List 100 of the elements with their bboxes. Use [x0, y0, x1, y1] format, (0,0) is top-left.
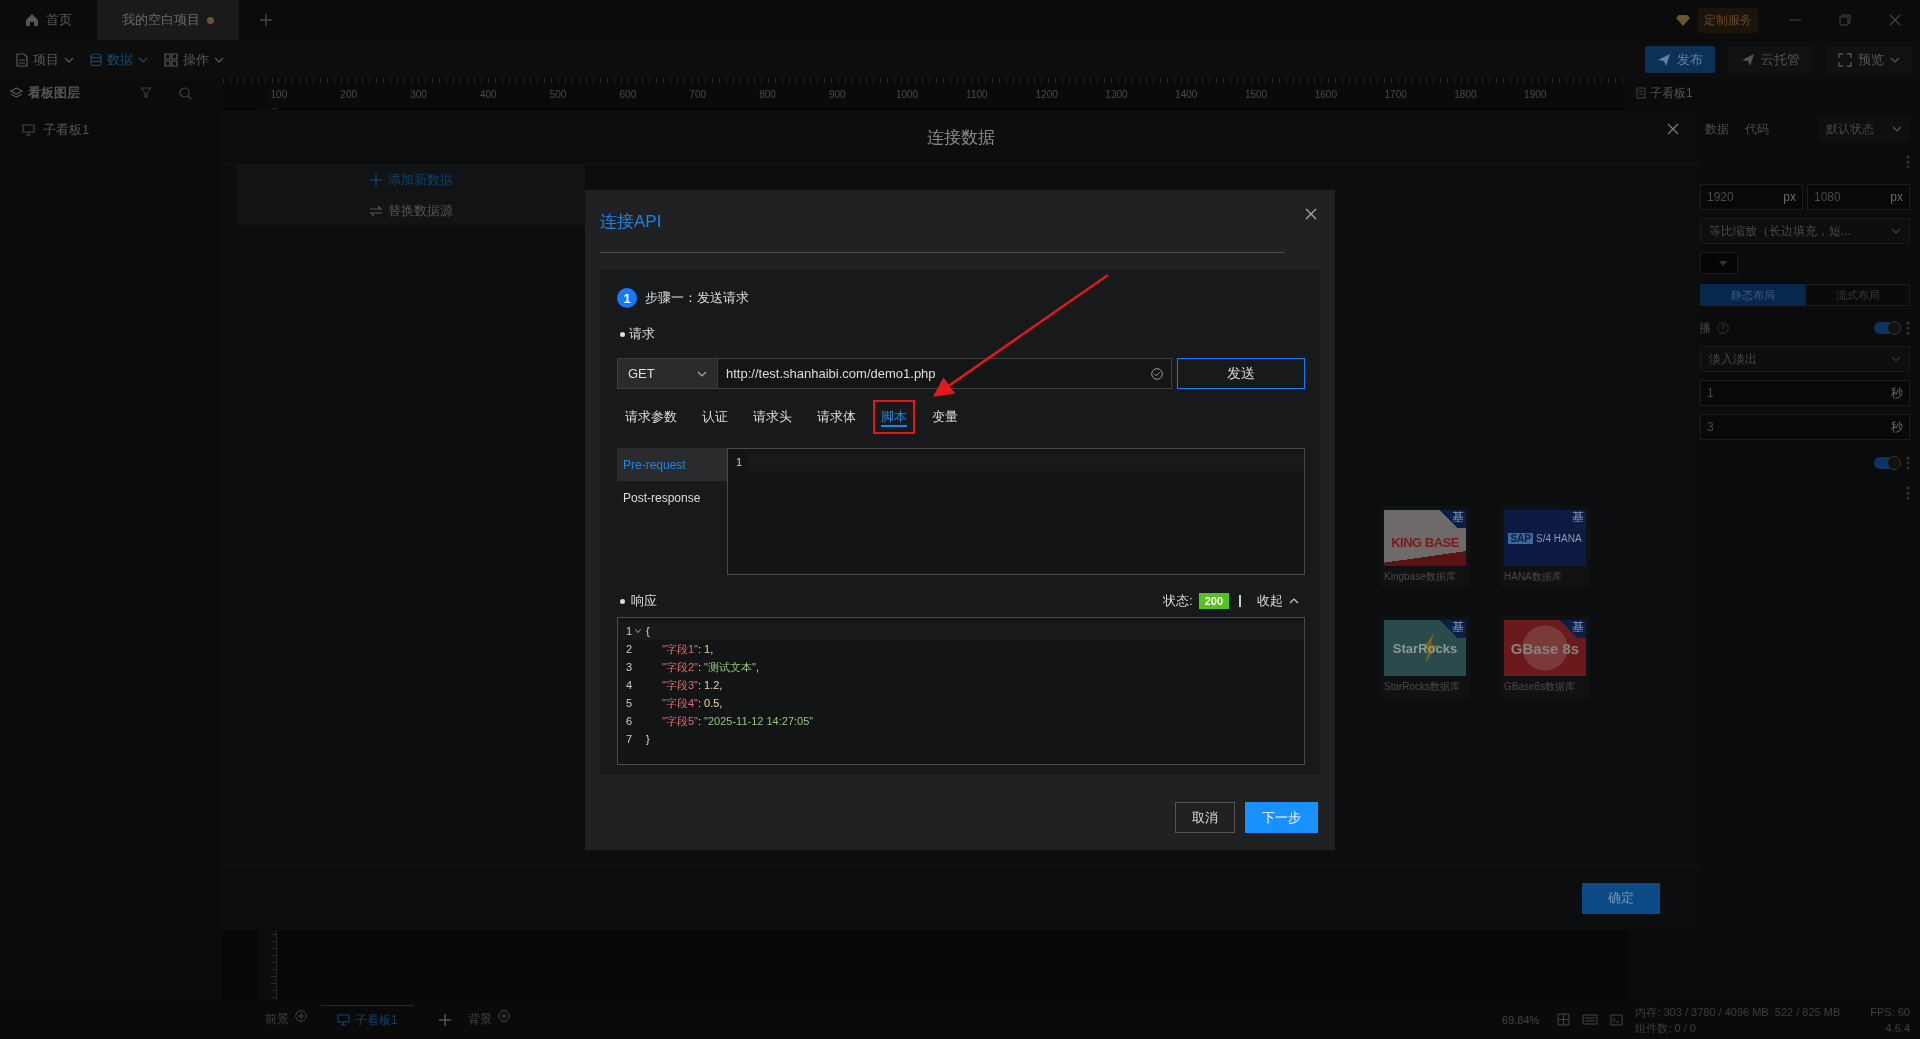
- field-value: 1: [1707, 386, 1714, 400]
- layer-item[interactable]: 子看板1: [0, 116, 222, 144]
- fold-icon: [635, 629, 641, 633]
- grid-icon: [164, 52, 178, 67]
- section-label: 请求: [629, 325, 655, 343]
- close-icon: [1667, 123, 1679, 135]
- color-swatch[interactable]: [1700, 252, 1738, 274]
- ruler-label: 700: [688, 88, 707, 102]
- home-icon: [25, 13, 39, 27]
- chevron-down-icon: [1890, 56, 1900, 63]
- status-badge: 200: [1198, 593, 1229, 609]
- input-field[interactable]: 1 秒: [1700, 380, 1910, 406]
- add-circle-icon: [497, 1009, 510, 1022]
- script-tab[interactable]: Post-response: [617, 481, 727, 514]
- unit-label: px: [1890, 190, 1903, 204]
- request-tab[interactable]: 变量: [924, 400, 966, 434]
- logo: 基 SAP S/4 HANA: [1504, 510, 1586, 566]
- app-tab[interactable]: 首页: [0, 0, 97, 40]
- request-tab[interactable]: 请求体: [809, 400, 864, 434]
- bullet-icon: [620, 598, 625, 604]
- menu-button[interactable]: 项目: [8, 44, 82, 75]
- ruler-label: 1000: [894, 88, 920, 102]
- bullet-icon: [620, 331, 625, 337]
- code-line: "字段3": 1.2,: [661, 677, 723, 693]
- custom-service-button[interactable]: 定制服务: [1698, 7, 1758, 33]
- plus-icon: [437, 1012, 452, 1027]
- toggle-switch[interactable]: [1874, 322, 1900, 334]
- more-icon: [1906, 456, 1910, 470]
- line-number: 6: [624, 715, 632, 727]
- monitor-icon: [337, 1014, 350, 1026]
- action-button[interactable]: 云托管: [1729, 46, 1812, 73]
- chevron-down-icon: [1891, 356, 1901, 362]
- ruler-label: 600: [618, 88, 638, 102]
- line-number: 2: [624, 643, 632, 655]
- close-button[interactable]: [1303, 206, 1319, 222]
- input-field[interactable]: 3 秒: [1700, 414, 1910, 440]
- input-field[interactable]: 1080 px: [1807, 184, 1910, 210]
- request-tab[interactable]: 请求参数: [617, 400, 685, 434]
- dialog-title: 连接API: [600, 210, 662, 233]
- code-line: }: [645, 733, 650, 745]
- collapse-button[interactable]: 收起: [1251, 591, 1305, 611]
- script-editor[interactable]: 1: [727, 448, 1305, 575]
- ruler-label: 1200: [1034, 88, 1059, 102]
- confirm-button[interactable]: 确定: [1582, 882, 1660, 914]
- close-icon: [1305, 208, 1317, 220]
- menu-button[interactable]: 数据: [82, 44, 156, 75]
- request-tab[interactable]: 请求头: [745, 400, 800, 434]
- cancel-button[interactable]: 取消: [1175, 802, 1235, 833]
- ruler-label: 1900: [1523, 88, 1548, 102]
- toggle-switch[interactable]: [1874, 457, 1900, 469]
- zoom-level: 69.84%: [1502, 1013, 1540, 1026]
- section-label: 响应: [631, 592, 657, 610]
- send-button[interactable]: 发送: [1177, 358, 1305, 389]
- field-value: 3: [1707, 420, 1714, 434]
- chevron-down-icon: [1892, 126, 1902, 132]
- add-circle-icon: [295, 1009, 307, 1022]
- help-icon: [1717, 322, 1729, 334]
- script-tab[interactable]: Pre-request: [617, 448, 727, 481]
- ruler-label: 1800: [1453, 88, 1478, 102]
- panel-tab[interactable]: 代码: [1740, 120, 1774, 138]
- layers-icon: [10, 87, 23, 99]
- request-tab[interactable]: 脚本: [873, 400, 915, 434]
- diamond-icon: [1676, 14, 1690, 26]
- next-button[interactable]: 下一步: [1245, 802, 1318, 833]
- ruler-label: 500: [548, 88, 568, 102]
- ruler-label: 1600: [1313, 88, 1338, 102]
- code-line: "字段2": "测试文本",: [661, 659, 759, 675]
- database-icon: [90, 52, 102, 67]
- ruler-label: 1100: [965, 88, 989, 102]
- unit-label: 秒: [1891, 384, 1903, 402]
- paper-plane-icon: [1741, 52, 1755, 67]
- status-label: 状态:: [1163, 592, 1193, 610]
- grid-icon: [1557, 1013, 1571, 1026]
- paper-plane-icon: [1657, 52, 1671, 67]
- step-number: 1: [617, 288, 637, 308]
- more-icon: [1906, 155, 1910, 169]
- plus-icon: [369, 173, 383, 187]
- menu-button[interactable]: 操作: [156, 44, 232, 75]
- chevron-down-icon: [214, 56, 224, 63]
- chevron-down-icon: [1891, 228, 1901, 234]
- caret-icon: [1719, 260, 1727, 266]
- request-tab[interactable]: 认证: [694, 400, 736, 434]
- app-tab[interactable]: 我的空白项目: [97, 0, 239, 40]
- ruler-label: 900: [827, 88, 847, 102]
- more-icon: [1906, 486, 1910, 500]
- panel-tab[interactable]: 数据: [1700, 120, 1734, 138]
- chevron-down-icon: [64, 56, 74, 63]
- chevron-up-icon: [1289, 598, 1299, 604]
- preview-button[interactable]: 预览: [1826, 46, 1912, 73]
- ruler-label: 1500: [1243, 88, 1269, 102]
- code-line: "字段5": "2025-11-12 14:27:05": [661, 713, 814, 729]
- field-value: 1920: [1707, 190, 1734, 204]
- ruler-label: 200: [339, 88, 359, 102]
- terminal-icon: [1610, 1013, 1624, 1026]
- replace-source-button[interactable]: 替换数据源: [237, 195, 585, 225]
- ruler-label: 100: [269, 88, 289, 102]
- action-button[interactable]: 发布: [1645, 46, 1715, 73]
- monitor-icon: [22, 124, 35, 136]
- input-field[interactable]: 1920 px: [1700, 184, 1803, 210]
- ruler-label: 800: [758, 88, 777, 102]
